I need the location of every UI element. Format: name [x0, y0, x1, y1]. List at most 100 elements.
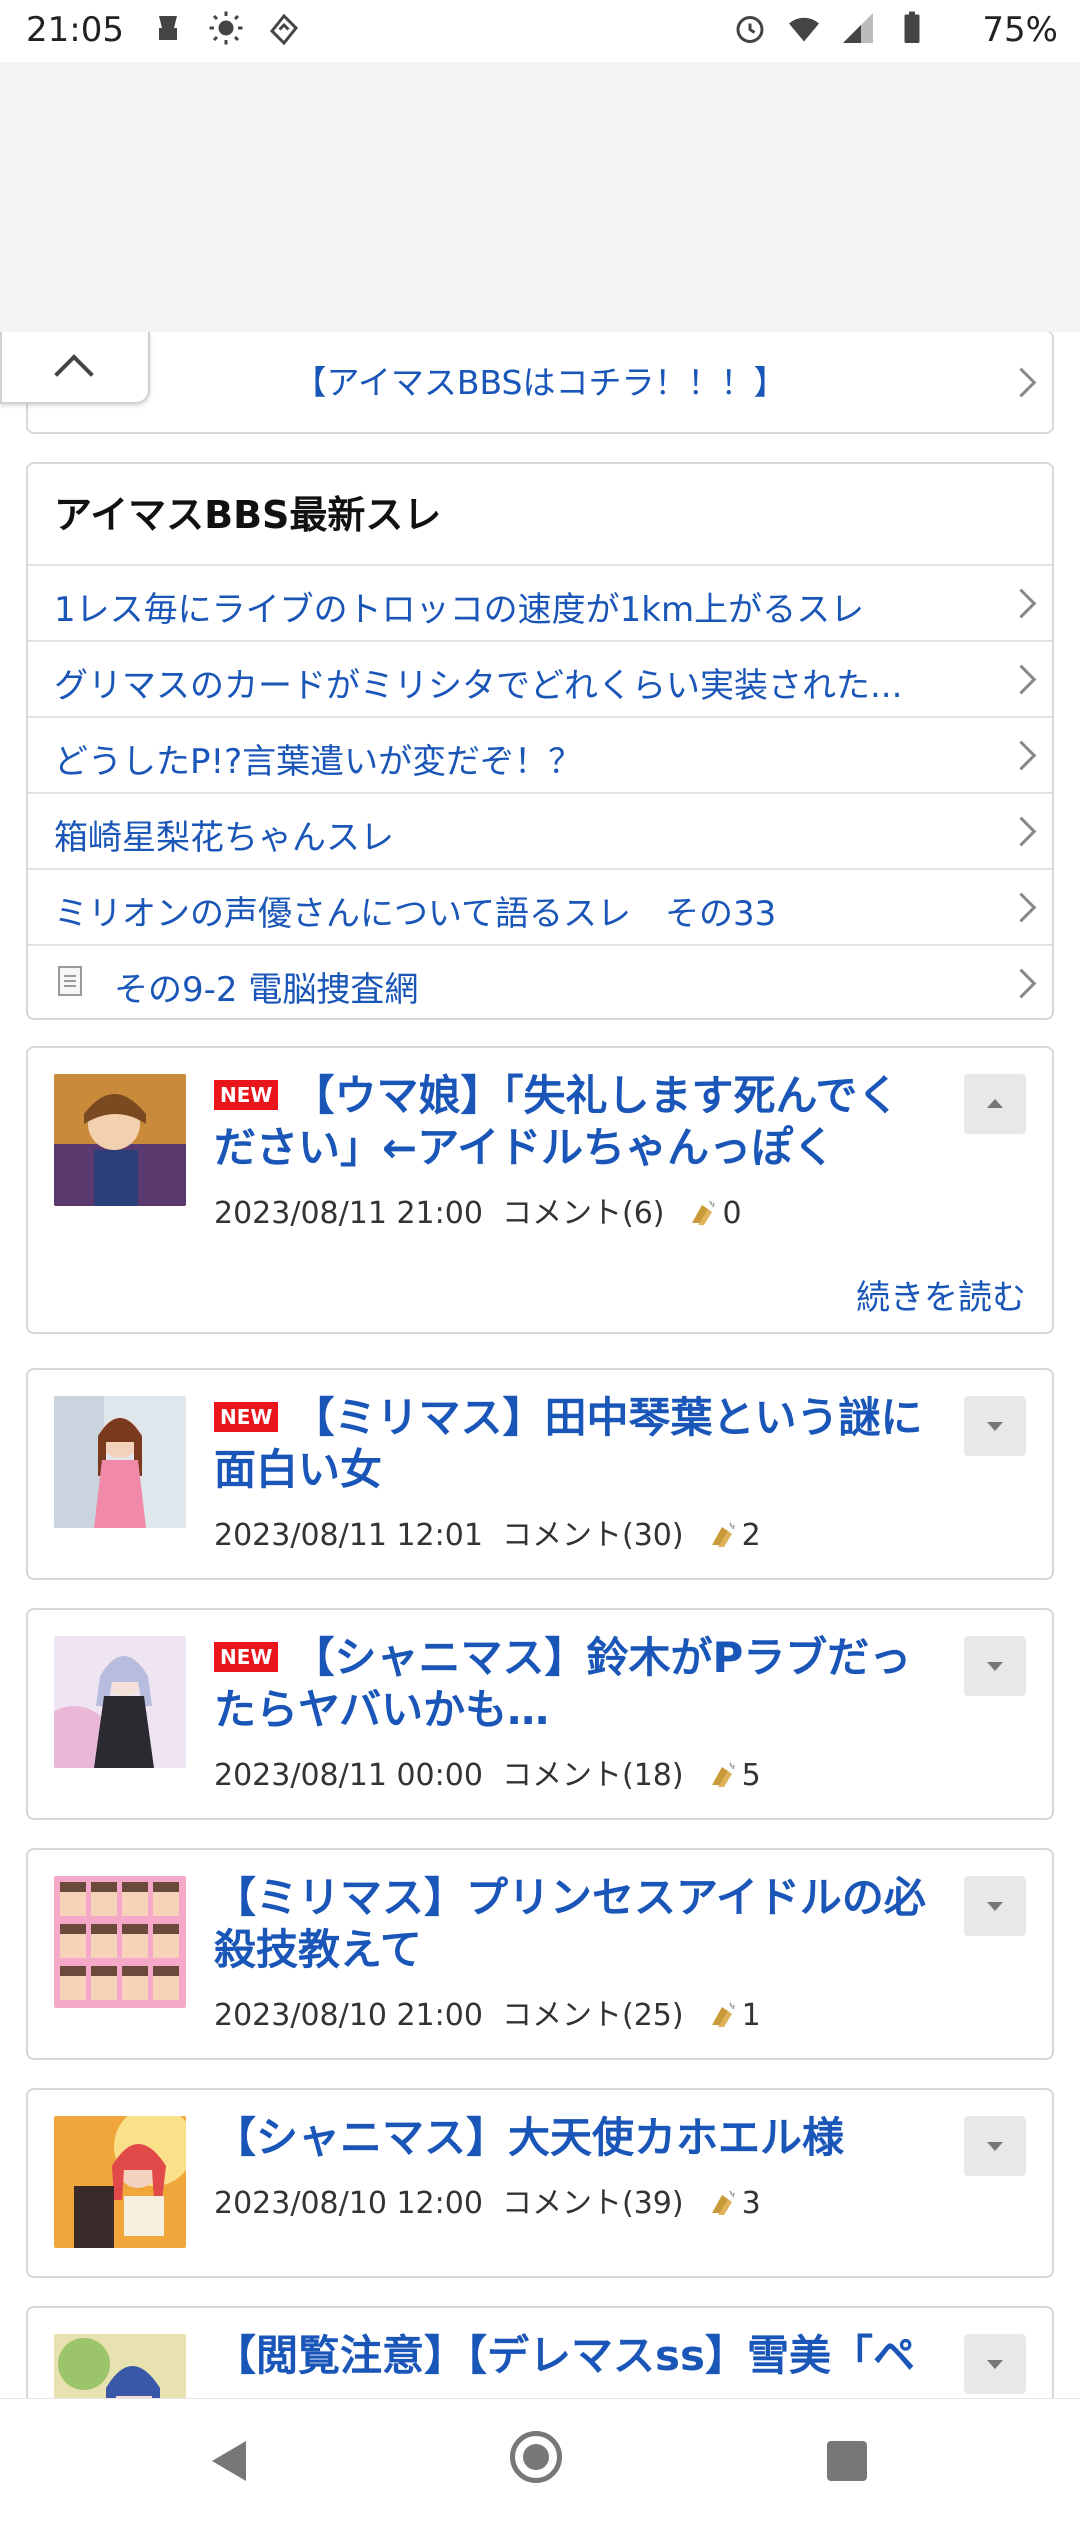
chevron-right-icon — [1006, 588, 1037, 619]
article-title[interactable]: NEW 【ウマ娘】「失礼します死んでください」←アイドルちゃんっぽく — [214, 1070, 932, 1174]
recent-apps-icon[interactable] — [827, 2441, 867, 2481]
article-meta: 2023/08/11 21:00 コメント(6) 0 — [214, 1188, 742, 1232]
article-meta: 2023/08/10 12:00 コメント(39) 3 — [214, 2178, 761, 2222]
caret-down-icon — [987, 1662, 1003, 1671]
clap-count: 1 — [741, 1998, 761, 2033]
latest-threads-title: アイマスBBS最新スレ — [54, 493, 442, 537]
clap-icon — [692, 1200, 716, 1225]
article-thumbnail[interactable] — [54, 1636, 186, 1768]
expand-button[interactable] — [964, 1876, 1026, 1936]
expand-button[interactable] — [964, 2116, 1026, 2176]
collapse-button[interactable] — [964, 1074, 1026, 1134]
new-badge: NEW — [214, 1641, 279, 1672]
wifi-icon — [789, 17, 819, 42]
article-title-text[interactable]: 【シャニマス】鈴木がPラブだったらヤバいかも… — [214, 1633, 911, 1734]
article-thumbnail[interactable] — [54, 2116, 186, 2248]
article-comments[interactable]: コメント(6) — [502, 1196, 665, 1231]
caret-up-icon — [987, 1099, 1003, 1108]
new-badge: NEW — [214, 1079, 279, 1110]
bbs-link-label[interactable]: 【アイマスBBSはコチラ！！！】 — [28, 356, 1052, 404]
thread-link-label[interactable]: どうしたP!?言葉遣いが変だぞ！？ — [54, 734, 994, 783]
expand-button[interactable] — [964, 2334, 1026, 2394]
thread-link-label[interactable]: 箱崎星梨花ちゃんスレ — [54, 810, 994, 859]
alarm-icon — [736, 16, 764, 43]
article-meta: 2023/08/11 12:01 コメント(30) 2 — [214, 1510, 761, 1554]
article-card[interactable]: 【シャニマス】大天使カホエル様 2023/08/10 12:00 コメント(39… — [26, 2088, 1054, 2278]
article-thumbnail[interactable] — [54, 1876, 186, 2008]
article-card[interactable]: NEW 【ミリマス】田中琴葉という謎に面白い女 2023/08/11 12:01 … — [26, 1368, 1054, 1580]
battery-icon — [904, 11, 920, 43]
thread-link-label[interactable]: 1レス毎にライブのトロッコの速度が1km上がるスレ — [54, 582, 994, 631]
chevron-right-icon — [1006, 892, 1037, 923]
bbs-link-card[interactable]: 【アイマスBBSはコチラ！！！】 — [26, 332, 1054, 434]
expand-button[interactable] — [964, 1396, 1026, 1456]
article-comments[interactable]: コメント(39) — [502, 2186, 684, 2221]
clap-icon — [711, 1522, 735, 1547]
article-title[interactable]: 【ミリマス】プリンセスアイドルの必殺技教えて — [214, 1872, 932, 1976]
article-meta: 2023/08/10 21:00 コメント(25) 1 — [214, 1990, 761, 2034]
brightness-icon — [209, 11, 243, 45]
read-more-link[interactable]: 続きを読む — [856, 1270, 1026, 1319]
caret-down-icon — [987, 1422, 1003, 1431]
article-title[interactable]: 【閲覧注意】【デレマスss】雪美「ペ — [214, 2330, 932, 2382]
chevron-right-icon — [1006, 664, 1037, 695]
article-date: 2023/08/10 21:00 — [214, 1998, 483, 2033]
clap-icon — [711, 1762, 735, 1787]
clap-count: 3 — [741, 2186, 761, 2221]
article-thumbnail[interactable] — [54, 1074, 186, 1206]
system-nav-bar — [0, 2398, 1080, 2521]
caret-down-icon — [987, 2360, 1003, 2369]
scroll-top-button[interactable] — [0, 332, 150, 404]
chevron-right-icon — [1006, 816, 1037, 847]
notification-icon — [159, 16, 177, 40]
thread-link[interactable]: その9-2 電脳捜査網 — [28, 944, 1052, 1020]
thread-link[interactable]: 1レス毎にライブのトロッコの速度が1km上がるスレ — [28, 564, 1052, 640]
article-title-text[interactable]: 【シャニマス】大天使カホエル様 — [214, 2113, 844, 2162]
thread-link[interactable]: 箱崎星梨花ちゃんスレ — [28, 792, 1052, 868]
status-bar: 21:05 75% — [0, 0, 1080, 62]
clap-icon — [711, 2190, 735, 2215]
latest-threads-card: アイマスBBS最新スレ 1レス毎にライブのトロッコの速度が1km上がるスレ グリ… — [26, 462, 1054, 1020]
document-icon — [58, 966, 82, 996]
signal-icon — [843, 13, 873, 43]
back-icon[interactable] — [212, 2441, 246, 2481]
battery-percent: 75% — [982, 10, 1058, 50]
article-title-text[interactable]: 【ミリマス】プリンセスアイドルの必殺技教えて — [214, 1873, 926, 1974]
thread-link-label[interactable]: ミリオンの声優さんについて語るスレ その33 — [54, 886, 994, 935]
caret-down-icon — [987, 1902, 1003, 1911]
thread-link[interactable]: どうしたP!?言葉遣いが変だぞ！？ — [28, 716, 1052, 792]
article-date: 2023/08/11 21:00 — [214, 1196, 483, 1231]
article-title[interactable]: NEW 【ミリマス】田中琴葉という謎に面白い女 — [214, 1392, 932, 1496]
article-comments[interactable]: コメント(30) — [502, 1518, 684, 1553]
thread-link-label[interactable]: その9-2 電脳捜査網 — [114, 962, 1054, 1011]
article-thumbnail[interactable] — [54, 2334, 186, 2398]
chevron-right-icon — [1006, 740, 1037, 771]
thread-link[interactable]: ミリオンの声優さんについて語るスレ その33 — [28, 868, 1052, 944]
chevron-up-icon — [54, 354, 94, 394]
article-date: 2023/08/11 00:00 — [214, 1758, 483, 1793]
clap-count: 5 — [741, 1758, 761, 1793]
article-date: 2023/08/11 12:01 — [214, 1518, 483, 1553]
clap-count: 2 — [741, 1518, 761, 1553]
article-title[interactable]: NEW 【シャニマス】鈴木がPラブだったらヤバいかも… — [214, 1632, 932, 1736]
article-comments[interactable]: コメント(18) — [502, 1758, 684, 1793]
thread-link[interactable]: グリマスのカードがミリシタでどれくらい実装された... — [28, 640, 1052, 716]
article-title-text[interactable]: 【閲覧注意】【デレマスss】雪美「ペ — [214, 2331, 915, 2380]
article-card[interactable]: 【閲覧注意】【デレマスss】雪美「ペ — [26, 2306, 1054, 2398]
sync-icon — [269, 13, 299, 46]
article-card[interactable]: NEW 【シャニマス】鈴木がPラブだったらヤバいかも… 2023/08/11 00… — [26, 1608, 1054, 1820]
thread-link-label[interactable]: グリマスのカードがミリシタでどれくらい実装された... — [54, 658, 994, 707]
article-title-text[interactable]: 【ミリマス】田中琴葉という謎に面白い女 — [214, 1393, 922, 1494]
article-thumbnail[interactable] — [54, 1396, 186, 1528]
article-title[interactable]: 【シャニマス】大天使カホエル様 — [214, 2112, 932, 2164]
caret-down-icon — [987, 2142, 1003, 2151]
article-title-text[interactable]: 【ウマ娘】「失礼します死んでください」←アイドルちゃんっぽく — [214, 1071, 899, 1172]
main-content[interactable]: 【アイマスBBSはコチラ！！！】 アイマスBBS最新スレ 1レス毎にライブのトロ… — [0, 332, 1080, 2398]
home-icon[interactable] — [510, 2431, 562, 2483]
article-card[interactable]: NEW 【ウマ娘】「失礼します死んでください」←アイドルちゃんっぽく 2023/0… — [26, 1046, 1054, 1334]
expand-button[interactable] — [964, 1636, 1026, 1696]
article-comments[interactable]: コメント(25) — [502, 1998, 684, 2033]
article-card[interactable]: 【ミリマス】プリンセスアイドルの必殺技教えて 2023/08/10 21:00 … — [26, 1848, 1054, 2060]
clap-count: 0 — [722, 1196, 742, 1231]
ad-banner-area — [0, 62, 1080, 333]
